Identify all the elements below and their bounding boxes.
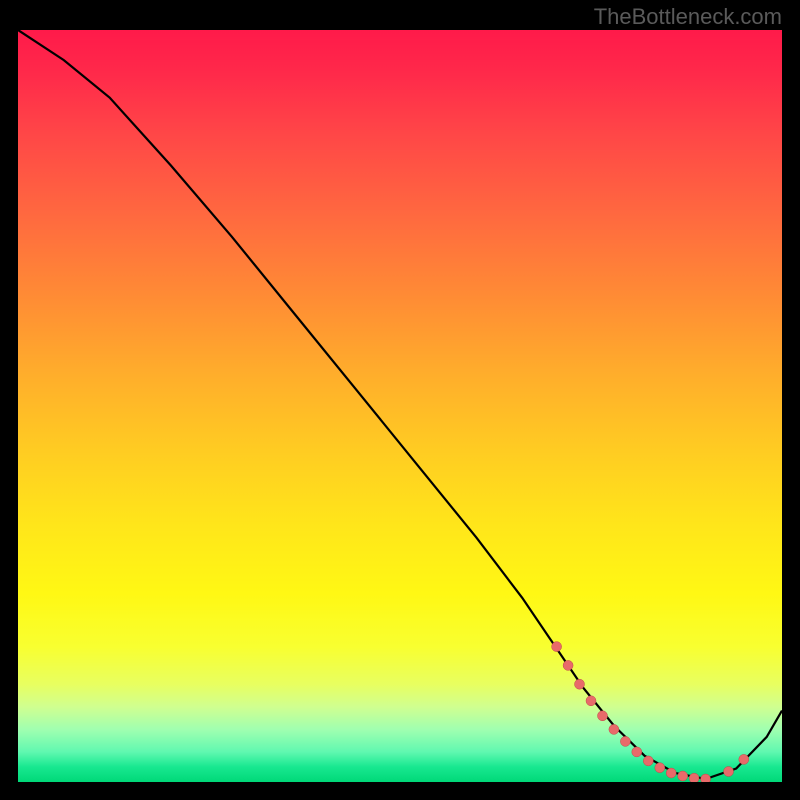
data-point	[632, 747, 642, 757]
data-point	[598, 711, 608, 721]
data-point	[739, 754, 749, 764]
data-point	[643, 756, 653, 766]
data-point	[689, 773, 699, 782]
data-point	[724, 767, 734, 777]
bottleneck-curve	[18, 30, 782, 779]
data-point	[655, 763, 665, 773]
data-point	[552, 642, 562, 652]
data-points	[552, 642, 749, 782]
data-point	[678, 771, 688, 781]
plot-area	[18, 30, 782, 782]
data-point	[701, 774, 711, 782]
chart-svg	[18, 30, 782, 782]
data-point	[609, 724, 619, 734]
watermark-text: TheBottleneck.com	[594, 4, 782, 30]
data-point	[620, 736, 630, 746]
data-point	[563, 660, 573, 670]
data-point	[586, 696, 596, 706]
data-point	[666, 768, 676, 778]
data-point	[575, 679, 585, 689]
